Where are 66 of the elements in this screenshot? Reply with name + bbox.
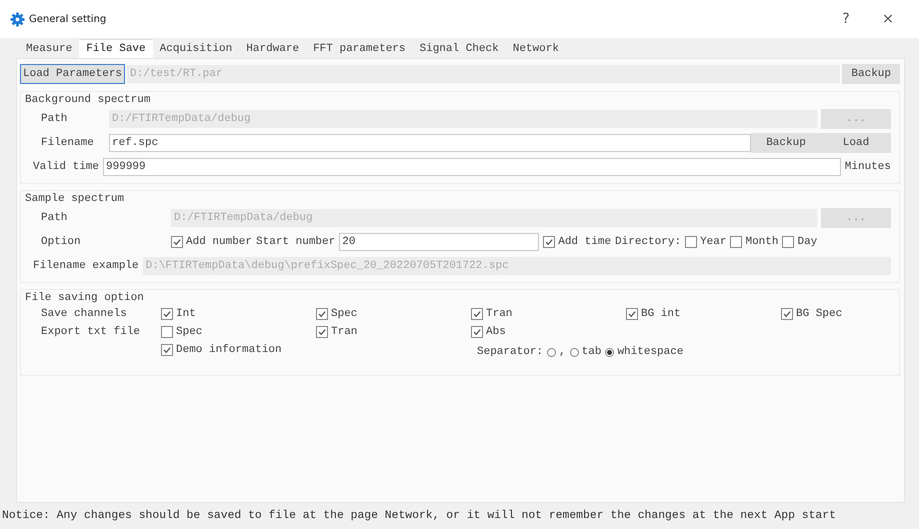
unit-label: Minutes: [844, 161, 891, 173]
path-field: D:/FTIRTempData/debug: [109, 110, 817, 128]
checkbox[interactable]: [543, 236, 556, 248]
radio-label: tab: [582, 346, 602, 358]
backup-button[interactable]: Backup: [842, 64, 900, 84]
gear-icon: [10, 12, 25, 26]
checkbox-label: Month: [745, 236, 778, 248]
backup-button[interactable]: Backup: [751, 133, 821, 153]
checkbox-label: BG int: [641, 308, 681, 320]
path-field: D:/FTIRTempData/debug: [171, 209, 817, 227]
path-field: D:/test/RT.par: [127, 65, 840, 83]
checkbox[interactable]: [471, 308, 483, 320]
example-field: D:\FTIRTempData\debug\prefixSpec_20_20220705T201722.spc: [142, 257, 891, 275]
load-button[interactable]: Load: [821, 133, 891, 153]
checkbox-label: Spec: [331, 308, 358, 320]
checkbox-label: Add number: [186, 236, 252, 248]
checkbox-label: Day: [797, 236, 818, 248]
checkbox[interactable]: [471, 326, 483, 338]
checkbox-label: Abs: [486, 326, 506, 338]
checkbox[interactable]: [316, 326, 328, 338]
checkbox[interactable]: [730, 236, 742, 248]
checkbox-label: Int: [176, 308, 196, 320]
field-label: Filename example: [33, 260, 139, 272]
radio-button[interactable]: [570, 348, 579, 356]
valid-time-field[interactable]: 999999: [103, 158, 841, 176]
field-label: Path: [40, 212, 68, 224]
radio-label: whitespace: [617, 346, 684, 358]
checkbox[interactable]: [161, 326, 173, 338]
field-label: Save channels: [41, 308, 128, 320]
notice-text: Notice: Any changes should be saved to file at the page Network, or it will not remember the changes at the next App start: [1, 508, 837, 524]
group-title: File saving option: [25, 292, 145, 304]
field-label: Option: [40, 236, 82, 248]
checkbox[interactable]: [161, 344, 173, 356]
help-button[interactable]: ?: [827, 11, 865, 27]
checkbox-label: Add time: [558, 236, 612, 248]
field-label: Valid time: [33, 161, 100, 173]
start-number-field[interactable]: 20: [339, 233, 540, 251]
checkbox[interactable]: [781, 308, 793, 320]
checkbox-label: Spec: [176, 326, 202, 338]
separator-label: Separator:: [477, 346, 544, 358]
field-label: Directory:: [615, 236, 682, 248]
radio-button[interactable]: [605, 348, 614, 356]
load-parameters-button[interactable]: Load Parameters: [20, 64, 126, 84]
field-label: Filename: [40, 137, 95, 149]
field-label: Start number: [256, 236, 336, 248]
checkbox[interactable]: [626, 308, 638, 320]
checkbox-label: Tran: [486, 308, 512, 320]
window-title: General setting: [29, 14, 106, 24]
tab[interactable]: File Save: [79, 40, 153, 58]
radio-button[interactable]: [547, 348, 556, 356]
group-title: Sample spectrum: [25, 193, 126, 205]
checkbox-label: Year: [700, 236, 726, 248]
checkbox[interactable]: [685, 236, 698, 248]
checkbox[interactable]: [782, 236, 794, 248]
checkbox-label: Demo information: [176, 344, 282, 356]
checkbox-label: Tran: [331, 326, 358, 338]
checkbox[interactable]: [171, 236, 183, 248]
filename-field[interactable]: ref.spc: [109, 134, 751, 152]
checkbox-label: BG Spec: [796, 308, 842, 320]
radio-label: ,: [559, 346, 566, 358]
checkbox[interactable]: [316, 308, 328, 320]
checkbox[interactable]: [161, 308, 173, 320]
field-label: Export txt file: [41, 326, 142, 338]
close-button[interactable]: ×: [869, 11, 907, 27]
field-label: Path: [40, 113, 68, 125]
group-title: Background spectrum: [25, 94, 152, 106]
